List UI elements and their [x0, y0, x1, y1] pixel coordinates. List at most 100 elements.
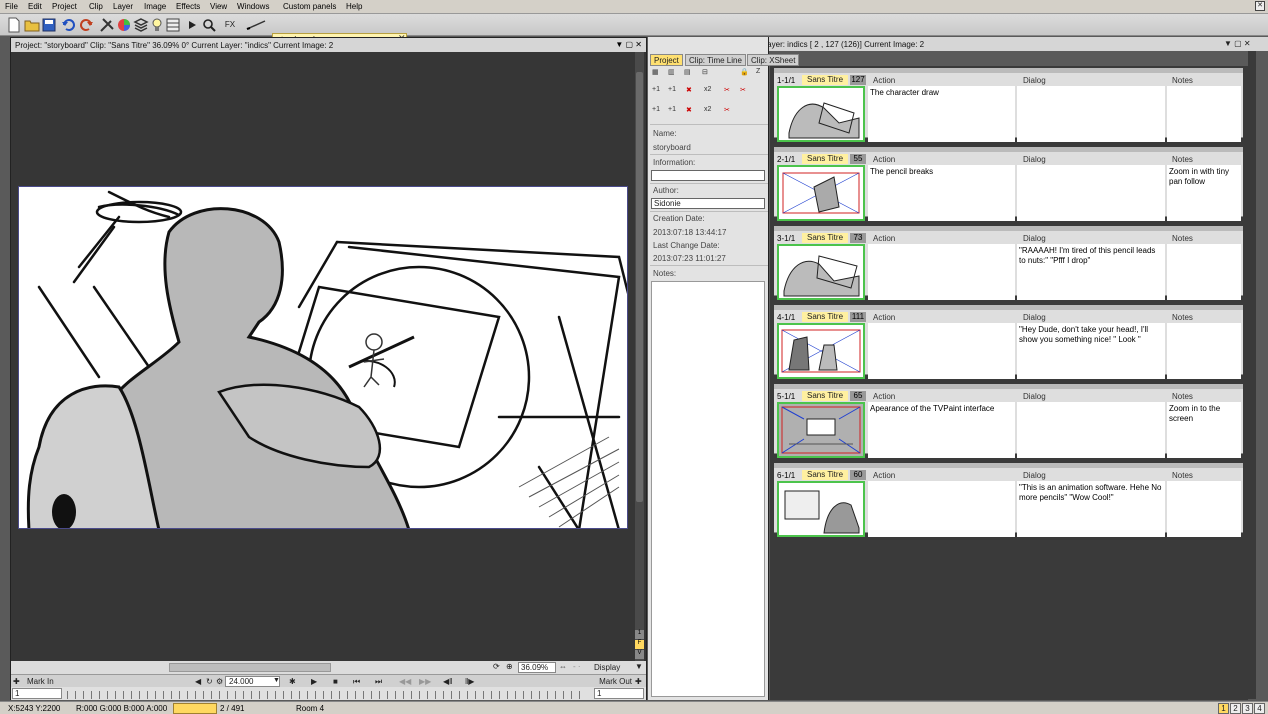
bulb-icon[interactable] [149, 17, 165, 33]
tab-project[interactable]: Project [650, 54, 683, 66]
dialog-cell[interactable] [1017, 86, 1165, 142]
notes-cell[interactable] [1167, 86, 1241, 142]
room-button-1[interactable]: 1 [1218, 703, 1229, 714]
notes-cell[interactable] [1167, 481, 1241, 537]
column-view-icon[interactable]: ▥ [668, 68, 675, 76]
notes-field[interactable] [651, 281, 765, 697]
window-close-button[interactable]: ✕ [1255, 1, 1265, 11]
menu-clip[interactable]: Clip [89, 2, 103, 11]
action-cell[interactable]: The character draw [868, 86, 1015, 142]
add-icon[interactable]: ✚ [635, 677, 642, 686]
new-icon[interactable] [6, 17, 22, 33]
panel-clip-name[interactable]: Sans Titre [802, 154, 848, 164]
dialog-cell[interactable]: "This is an animation software. Hehe No … [1017, 481, 1165, 537]
menu-project[interactable]: Project [52, 2, 77, 11]
timeline-view-icon[interactable]: ⊟ [702, 68, 708, 76]
mark-in-button[interactable]: Mark In [27, 677, 54, 686]
side-icon-v[interactable]: V [635, 650, 644, 659]
remove-icon[interactable]: ✂ [740, 86, 746, 94]
fps-input[interactable]: 24.000 [225, 676, 280, 687]
loop-icon[interactable]: ↻ [206, 677, 213, 686]
storyboard-panel[interactable]: 2-1/1 Sans Titre 55 Action Dialog Notes … [774, 147, 1243, 221]
panel-controls[interactable]: ▼ ▢ ✕ [615, 40, 642, 49]
first-frame-icon[interactable]: ⏮ [353, 677, 360, 687]
panel-thumbnail[interactable] [777, 481, 865, 537]
name-value[interactable]: storyboard [653, 143, 691, 152]
panel-thumbnail[interactable] [777, 165, 865, 221]
timeline-in-field[interactable]: 1 [12, 688, 62, 699]
storyboard-panel[interactable]: 5-1/1 Sans Titre 65 Action Dialog Notes … [774, 384, 1243, 458]
settings-icon[interactable]: ⚙ [216, 677, 223, 686]
cut-icon[interactable]: ✂ [724, 86, 730, 94]
storyboard-panel[interactable]: 1-1/1 Sans Titre 127 Action Dialog Notes… [774, 68, 1243, 142]
zoom-input[interactable]: 36.09% [518, 662, 556, 673]
open-icon[interactable] [24, 17, 40, 33]
notes-cell[interactable]: Zoom in to the screen [1167, 402, 1241, 458]
action-cell[interactable] [868, 323, 1015, 379]
action-cell[interactable]: Apearance of the TVPaint interface [868, 402, 1015, 458]
information-field[interactable] [651, 170, 765, 181]
grid-view-icon[interactable]: ▦ [652, 68, 659, 76]
display-button[interactable]: Display [594, 663, 620, 672]
action-cell[interactable] [868, 244, 1015, 300]
last-frame-icon[interactable]: ⏭ [375, 677, 382, 687]
scrollbar-thumb[interactable] [169, 663, 331, 672]
side-icon-f[interactable]: F [635, 640, 644, 649]
panel-clip-name[interactable]: Sans Titre [802, 470, 848, 480]
grid-icon[interactable] [165, 17, 181, 33]
panel-thumbnail[interactable] [777, 86, 865, 142]
menu-edit[interactable]: Edit [28, 2, 42, 11]
redo-icon[interactable] [78, 17, 94, 33]
panel-controls[interactable]: ▼ ▢ ✕ [1224, 39, 1251, 48]
panel-clip-name[interactable]: Sans Titre [802, 233, 848, 243]
layers-icon[interactable] [133, 17, 149, 33]
panel-thumbnail[interactable] [777, 244, 865, 300]
action-cell[interactable] [868, 481, 1015, 537]
menu-file[interactable]: File [5, 2, 18, 11]
duplicate-icon[interactable]: x2 [704, 86, 711, 93]
canvas-horizontal-scrollbar[interactable]: ⟳ ⊕ 36.09% ⇔ - · Display ▼ [11, 661, 646, 674]
fx-icon[interactable]: FX [222, 17, 238, 33]
menu-custom-panels[interactable]: Custom panels [283, 2, 336, 11]
storyboard-scrollbar[interactable] [1248, 51, 1256, 699]
timeline-bar[interactable]: 1 1 [11, 687, 646, 700]
tab-clip-time-line[interactable]: Clip: Time Line [685, 54, 746, 66]
scrollbar-thumb[interactable] [636, 72, 643, 502]
notes-cell[interactable]: Zoom in with tiny pan follow [1167, 165, 1241, 221]
author-field[interactable]: Sidonie [651, 198, 765, 209]
room-button-4[interactable]: 4 [1254, 703, 1265, 714]
room-button-2[interactable]: 2 [1230, 703, 1241, 714]
copy-icon[interactable]: x2 [704, 106, 711, 113]
menu-help[interactable]: Help [346, 2, 362, 11]
menu-windows[interactable]: Windows [237, 2, 269, 11]
action-cell[interactable]: The pencil breaks [868, 165, 1015, 221]
lock-icon[interactable]: 🔒 [740, 68, 749, 76]
room-button-3[interactable]: 3 [1242, 703, 1253, 714]
search-icon[interactable] [201, 17, 217, 33]
dialog-cell[interactable]: "RAAAAH! I'm tired of this pencil leads … [1017, 244, 1165, 300]
dialog-cell[interactable] [1017, 402, 1165, 458]
chevron-down-icon[interactable]: ▼ [273, 677, 280, 684]
zoom-arrows-icon[interactable]: ⇔ [559, 662, 567, 671]
list-view-icon[interactable]: ▤ [684, 68, 691, 76]
add-before-icon[interactable]: +1 [652, 86, 660, 93]
panel-clip-name[interactable]: Sans Titre [802, 391, 848, 401]
drawing-canvas[interactable] [18, 186, 628, 529]
prev-frame-icon[interactable]: ◀ [195, 677, 201, 686]
mark-out-button[interactable]: Mark Out [599, 677, 632, 686]
prev-key-icon[interactable]: ◀‖ [443, 677, 452, 686]
notes-cell[interactable] [1167, 244, 1241, 300]
chevron-down-icon[interactable]: ▼ [635, 662, 643, 671]
storyboard-panel[interactable]: 4-1/1 Sans Titre 111 Action Dialog Notes… [774, 305, 1243, 379]
color-wheel-icon[interactable] [116, 17, 132, 33]
menu-effects[interactable]: Effects [176, 2, 200, 11]
play-icon[interactable] [184, 17, 200, 33]
storyboard-panel[interactable]: 3-1/1 Sans Titre 73 Action Dialog Notes … [774, 226, 1243, 300]
dialog-cell[interactable] [1017, 165, 1165, 221]
zoom-fit-icon[interactable]: ⊕ [506, 662, 513, 671]
panel-thumbnail[interactable] [777, 323, 865, 379]
panel-clip-name[interactable]: Sans Titre [802, 312, 848, 322]
panel-thumbnail[interactable] [777, 402, 865, 458]
storyboard-panel[interactable]: 6-1/1 Sans Titre 60 Action Dialog Notes … [774, 463, 1243, 537]
canvas-vertical-scrollbar[interactable] [635, 52, 644, 661]
